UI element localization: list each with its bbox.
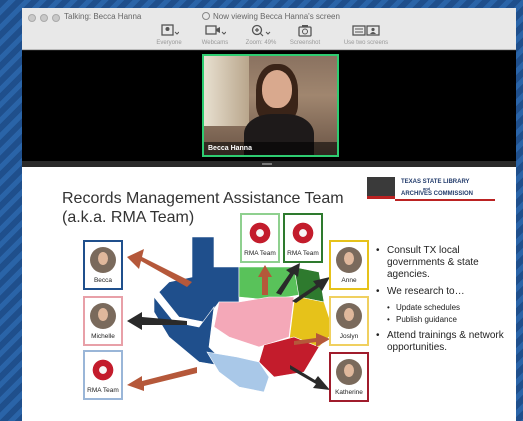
viewing-label: Now viewing Becca Hanna's screen (213, 12, 340, 21)
screen-share-window: Talking: Becca Hanna Now viewing Becca H… (22, 8, 516, 421)
michelle-photo (90, 303, 116, 329)
bullet-research: We research to… (376, 286, 511, 298)
bullet-trainings: Attend trainings & network opportunities… (376, 330, 511, 354)
card-anne: Anne (329, 240, 369, 290)
arrow-to-joslyn (294, 333, 330, 347)
card-katherine: Katherine (329, 352, 369, 402)
bullet-consult: Consult TX local governments & state age… (376, 245, 511, 281)
participant-face (262, 70, 292, 108)
region-pink-central (213, 296, 295, 348)
arrow-to-rma-left (258, 265, 272, 295)
webcams-label: Webcams (201, 40, 229, 46)
gallery-view-icon (161, 24, 179, 36)
shared-slide: Records Management Assistance Team (a.k.… (22, 167, 516, 421)
tslac-logo: TEXAS STATE LIBRARY and ARCHIVES COMMISS… (367, 177, 497, 201)
arrow-to-anne (292, 277, 330, 303)
zoom-button[interactable]: Zoom: 49% (236, 24, 286, 46)
rma-flower-icon (90, 357, 116, 383)
sub-bullet-guidance: Publish guidance (376, 315, 511, 325)
arrow-to-michelle (127, 312, 187, 330)
minimize-window-icon[interactable] (40, 14, 48, 22)
two-screens-button[interactable]: Use two screens (338, 24, 394, 46)
card-rma-north-left: RMA Team (240, 213, 280, 263)
arrow-to-katherine (290, 365, 330, 390)
participant-name: Becca Hanna (204, 142, 337, 155)
card-rma-south: RMA Team (83, 350, 123, 400)
screenshot-icon (298, 25, 312, 37)
video-panel: Becca Hanna (22, 51, 516, 161)
becca-photo (90, 247, 116, 273)
screen-share-icon (202, 12, 210, 20)
anne-photo (336, 247, 362, 273)
everyone-button[interactable]: Everyone (144, 24, 194, 46)
talking-indicator: Talking: Becca Hanna (64, 12, 142, 21)
viewing-status: Now viewing Becca Hanna's screen (202, 12, 340, 21)
logo-swoosh (395, 199, 495, 201)
zoom-in-icon (251, 24, 271, 37)
katherine-photo (336, 359, 362, 385)
zoom-label: Zoom: 49% (245, 40, 277, 46)
rma-flower-icon (247, 220, 273, 246)
card-michelle: Michelle (83, 296, 123, 346)
card-label-michelle: Michelle (91, 333, 115, 340)
face-shape (98, 308, 108, 321)
logo-text-3: ARCHIVES COMMISSION (401, 191, 474, 197)
card-label-rma-north-left: RMA Team (244, 250, 276, 257)
building-icon (367, 177, 395, 199)
face-shape (344, 252, 354, 265)
screenshot-button[interactable]: Screenshot (280, 24, 330, 46)
drag-handle-icon[interactable] (262, 163, 272, 165)
zoom-window-icon[interactable] (52, 14, 60, 22)
camera-icon (205, 25, 226, 35)
region-south (206, 351, 270, 392)
two-screens-label: Use two screens (343, 40, 389, 46)
card-rma-north-right: RMA Team (283, 213, 323, 263)
arrow-to-rma-south (127, 367, 197, 391)
card-label-anne: Anne (341, 277, 357, 284)
two-screens-icon (352, 25, 380, 36)
face-shape (344, 364, 354, 377)
participant-video[interactable]: Becca Hanna (202, 54, 339, 157)
card-label-katherine: Katherine (335, 389, 363, 396)
card-label-joslyn: Joslyn (339, 333, 359, 340)
everyone-label: Everyone (156, 40, 182, 46)
rma-flower-icon (290, 220, 316, 246)
background-window (204, 56, 249, 126)
logo-text-1: TEXAS STATE LIBRARY (401, 179, 470, 185)
card-label-rma-north-right: RMA Team (287, 250, 319, 257)
webcams-button[interactable]: Webcams (190, 24, 240, 46)
face-shape (98, 252, 108, 265)
card-label-rma-south: RMA Team (87, 387, 119, 394)
arrow-to-becca (127, 249, 192, 287)
title-bar: Talking: Becca Hanna Now viewing Becca H… (22, 8, 516, 50)
bullet-list: Consult TX local governments & state age… (376, 245, 511, 359)
screenshot-label: Screenshot (289, 40, 321, 46)
face-shape (344, 308, 354, 321)
sub-bullet-schedules: Update schedules (376, 303, 511, 313)
joslyn-photo (336, 303, 362, 329)
close-window-icon[interactable] (28, 14, 36, 22)
card-label-becca: Becca (93, 277, 113, 284)
card-joslyn: Joslyn (329, 296, 369, 346)
card-becca: Becca (83, 240, 123, 290)
slide-title-line1: Records Management Assistance Team (62, 190, 344, 207)
